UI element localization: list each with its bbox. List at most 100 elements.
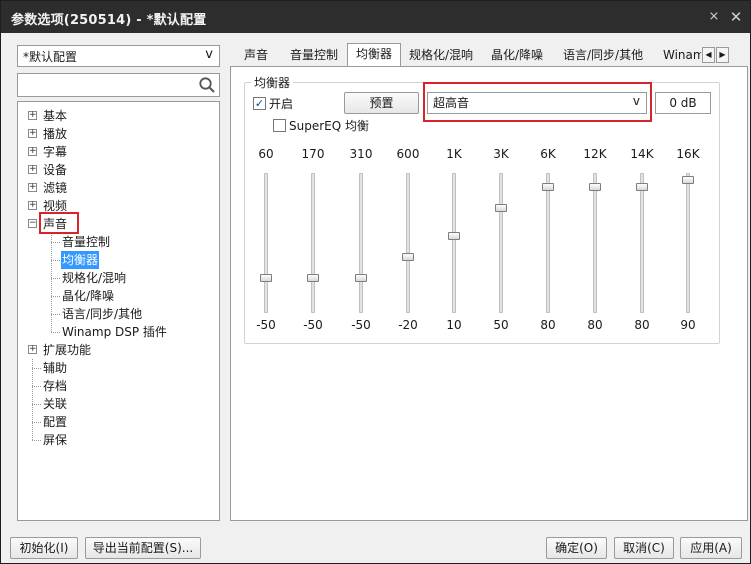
tree-item[interactable]: + 基本 (18, 107, 218, 125)
eq-slider-thumb[interactable] (307, 274, 319, 282)
tree-item-label: 关联 (43, 397, 68, 411)
title-bar: 参数选项(250514) - *默认配置 ⨯ ✕ (1, 1, 750, 33)
tree-item[interactable]: − 声音 (18, 212, 218, 234)
tree-item[interactable]: + 滤镜 (18, 179, 218, 197)
tab-3[interactable]: 规格化/混响 (401, 45, 481, 67)
pin-icon[interactable]: ⨯ (705, 8, 723, 26)
expand-icon[interactable]: + (28, 111, 37, 120)
tree-item[interactable]: + 扩展功能 (18, 341, 218, 359)
eq-slider-track[interactable] (640, 173, 644, 313)
search-icon[interactable] (198, 76, 216, 94)
settings-tree: + 基本 + 播放 + 字幕 + 设备 + 滤镜 + 视频 − 声音 音量控制 均衡器 规格化/混响 晶化/降噪语… (17, 101, 220, 521)
tree-item-label: 扩展功能 (43, 343, 92, 357)
eq-band-value: -50 (303, 318, 323, 332)
checkbox-box (273, 119, 286, 132)
tree-child-item[interactable]: 音量控制 (18, 233, 218, 251)
eq-slider-thumb[interactable] (542, 183, 554, 191)
eq-slider-track[interactable] (546, 173, 550, 313)
eq-band-value: 80 (540, 318, 556, 332)
tab-6[interactable]: Winam (655, 45, 701, 67)
eq-band: 12K 80 (575, 147, 615, 337)
close-icon[interactable]: ✕ (727, 8, 745, 26)
tree-item-label: 基本 (43, 109, 68, 123)
eq-band-value: -50 (256, 318, 276, 332)
init-button[interactable]: 初始化(I) (10, 537, 78, 559)
tree-connector (32, 440, 41, 441)
tree-connector (32, 422, 41, 423)
eq-slider-thumb[interactable] (589, 183, 601, 191)
profile-select-value: *默认配置 (23, 50, 78, 64)
tree-item[interactable]: + 设备 (18, 161, 218, 179)
expand-icon[interactable]: + (28, 201, 37, 210)
eq-band-value: -50 (351, 318, 371, 332)
eq-slider-thumb[interactable] (448, 232, 460, 240)
tab-5[interactable]: 语言/同步/其他 (555, 45, 651, 67)
apply-button[interactable]: 应用(A) (680, 537, 742, 559)
eq-band-value: 80 (587, 318, 603, 332)
tree-child-item[interactable]: 语言/同步/其他 (18, 305, 218, 323)
tree-connector (51, 332, 60, 333)
tree-child-item[interactable]: 均衡器 (18, 251, 218, 269)
tree-item[interactable]: + 字幕 (18, 143, 218, 161)
eq-slider-thumb[interactable] (495, 204, 507, 212)
eq-slider-thumb[interactable] (682, 176, 694, 184)
tree-child-item[interactable]: 规格化/混响 (18, 269, 218, 287)
eq-band: 6K 80 (528, 147, 568, 337)
tree-item-label: 字幕 (43, 145, 68, 159)
enable-equalizer-checkbox[interactable]: ✓ 开启 (253, 96, 313, 112)
tab-scroll-left-icon[interactable]: ◀ (702, 47, 715, 63)
expand-icon[interactable]: + (28, 147, 37, 156)
search-field[interactable] (17, 73, 220, 97)
tree-child-item[interactable]: Winamp DSP 插件 (18, 323, 218, 341)
tab-0[interactable]: 声音 (236, 45, 276, 67)
eq-slider-track[interactable] (499, 173, 503, 313)
eq-slider-track[interactable] (406, 173, 410, 313)
tree-item-label: 晶化/降噪 (62, 289, 115, 303)
tree-connector (32, 386, 41, 387)
eq-slider-thumb[interactable] (636, 183, 648, 191)
ok-button[interactable]: 确定(O) (546, 537, 607, 559)
tree-connector (32, 368, 41, 369)
tab-scroll-right-icon[interactable]: ▶ (716, 47, 729, 63)
tree-item[interactable]: 辅助 (18, 359, 218, 377)
eq-band: 60 -50 (246, 147, 286, 337)
expand-icon[interactable]: + (28, 183, 37, 192)
eq-slider-thumb[interactable] (402, 253, 414, 261)
tab-1[interactable]: 音量控制 (282, 45, 346, 67)
tree-item[interactable]: 屏保 (18, 431, 218, 449)
eq-band-frequency: 3K (493, 147, 509, 161)
eq-slider-track[interactable] (452, 173, 456, 313)
tree-item[interactable]: 配置 (18, 413, 218, 431)
eq-slider-track[interactable] (311, 173, 315, 313)
export-config-button[interactable]: 导出当前配置(S)... (85, 537, 201, 559)
tree-item[interactable]: + 播放 (18, 125, 218, 143)
eq-band-value: 80 (634, 318, 650, 332)
eq-slider-track[interactable] (264, 173, 268, 313)
eq-slider-track[interactable] (359, 173, 363, 313)
chevron-down-icon: v (205, 47, 213, 62)
eq-slider-track[interactable] (686, 173, 690, 313)
cancel-button[interactable]: 取消(C) (614, 537, 674, 559)
tree-item-label: 规格化/混响 (62, 271, 127, 285)
equalizer-group-title: 均衡器 (251, 74, 294, 91)
tree-item[interactable]: 关联 (18, 395, 218, 413)
expand-icon[interactable]: + (28, 165, 37, 174)
eq-slider-thumb[interactable] (260, 274, 272, 282)
eq-band-frequency: 12K (583, 147, 607, 161)
gain-field[interactable]: 0 dB (655, 92, 711, 114)
collapse-icon[interactable]: − (28, 219, 37, 228)
expand-icon[interactable]: + (28, 345, 37, 354)
profile-select[interactable]: *默认配置 v (17, 45, 220, 67)
eq-band: 600 -20 (388, 147, 428, 337)
eq-slider-thumb[interactable] (355, 274, 367, 282)
search-input[interactable] (21, 75, 191, 95)
eq-slider-track[interactable] (593, 173, 597, 313)
expand-icon[interactable]: + (28, 129, 37, 138)
tab-4[interactable]: 晶化/降噪 (483, 45, 551, 67)
supereq-checkbox[interactable]: SuperEQ 均衡 (273, 118, 383, 134)
tree-connector (51, 314, 60, 315)
tab-bar: 声音 音量控制 均衡器 规格化/混响 晶化/降噪 语言/同步/其他 Winam ◀ ▶ (230, 43, 748, 69)
preset-button[interactable]: 预置 (344, 92, 419, 114)
tree-item[interactable]: 存档 (18, 377, 218, 395)
tree-child-item[interactable]: 晶化/降噪 (18, 287, 218, 305)
